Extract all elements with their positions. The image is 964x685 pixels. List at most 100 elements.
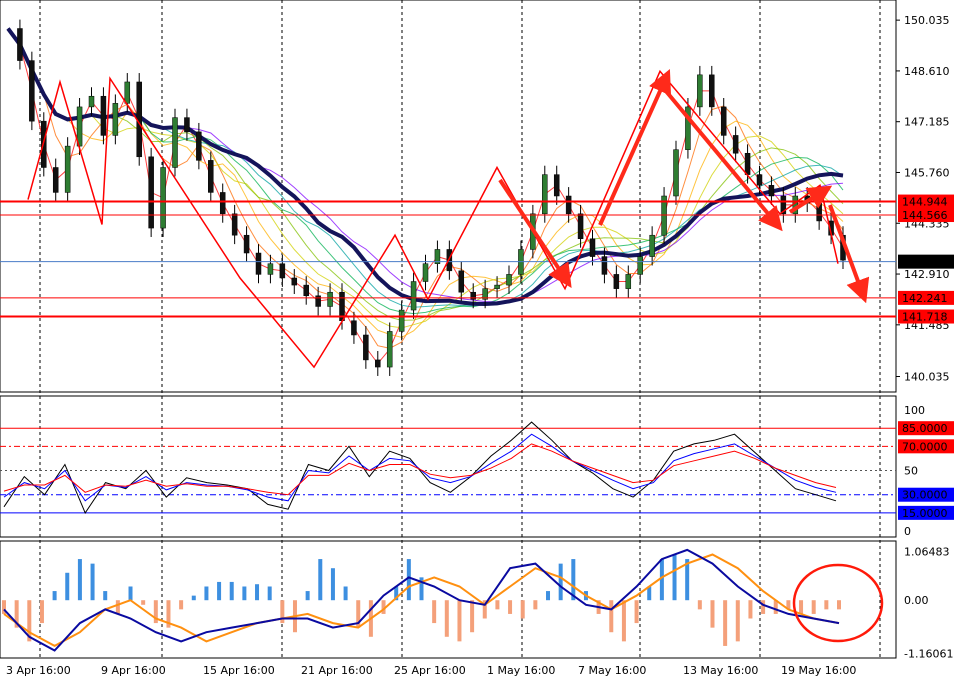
- macd-histogram-bar: [558, 563, 563, 601]
- candle-body: [172, 117, 178, 168]
- candle-body: [732, 135, 739, 154]
- macd-histogram-bar: [65, 572, 70, 601]
- candle-body: [124, 81, 131, 104]
- macd-histogram-bar: [128, 586, 133, 601]
- macd-histogram-bar: [305, 591, 310, 601]
- macd-histogram-bar: [824, 600, 829, 610]
- macd-histogram-bar: [621, 600, 626, 642]
- candle-body: [327, 291, 333, 307]
- osc-level-label: 85.0000: [902, 422, 948, 435]
- macd-histogram-bar: [546, 591, 551, 601]
- price-y-tick-label: 145.760: [904, 166, 950, 179]
- macd-histogram-bar: [697, 600, 702, 610]
- candle-body: [601, 256, 608, 275]
- x-tick-label: 7 May 16:00: [578, 664, 646, 677]
- osc-level-label: 70.0000: [902, 440, 948, 453]
- candle-body: [112, 103, 119, 136]
- macd-histogram-bar: [799, 600, 804, 614]
- macd-histogram-bar: [432, 600, 437, 624]
- candle-body: [219, 192, 226, 215]
- candle-body: [458, 270, 465, 293]
- candle-body: [243, 234, 250, 254]
- candle-body: [422, 263, 429, 282]
- macd-histogram-bar: [723, 600, 728, 646]
- x-tick-label: 3 Apr 16:00: [6, 664, 71, 677]
- macd-histogram-bar: [217, 581, 222, 601]
- macd-histogram-bar: [90, 563, 95, 601]
- candle-body: [673, 149, 679, 197]
- osc-line: [3, 421, 837, 514]
- macd-histogram-bar: [406, 559, 411, 601]
- candle-body: [375, 359, 381, 368]
- macd-histogram-bar: [191, 595, 196, 601]
- macd-histogram-bar: [444, 600, 449, 637]
- candle-body: [291, 277, 298, 286]
- macd-histogram-bar: [761, 600, 766, 614]
- macd-histogram-bar: [77, 559, 82, 601]
- osc-line: [3, 433, 837, 502]
- candle-body: [756, 174, 763, 186]
- candle-body: [553, 174, 560, 197]
- candle-body: [506, 274, 512, 286]
- macd-histogram-bar: [330, 568, 335, 601]
- candle-body: [351, 320, 357, 336]
- price-y-tick-label: 147.185: [904, 116, 950, 129]
- candle-body: [100, 95, 107, 136]
- macd-histogram-bar: [141, 600, 146, 605]
- osc-y-tick-label: 50: [904, 465, 918, 478]
- candle-body: [542, 174, 548, 215]
- price-level-label: 142.241: [902, 292, 948, 305]
- candle-body: [637, 256, 643, 275]
- macd-histogram-bar: [508, 600, 513, 614]
- price-y-tick-label: 142.910: [904, 268, 950, 281]
- osc-level-label: 30.0000: [902, 489, 948, 502]
- macd-histogram-bar: [811, 600, 816, 614]
- candle-body: [697, 74, 703, 108]
- macd-histogram-bar: [52, 591, 57, 601]
- macd-histogram-bar: [609, 600, 614, 633]
- macd-histogram-bar: [735, 600, 740, 642]
- macd-histogram-bar: [267, 586, 272, 601]
- candle-body: [386, 331, 393, 368]
- price-level-label: 144.944: [902, 196, 948, 209]
- candle-body: [720, 106, 727, 136]
- candle-body: [88, 95, 95, 108]
- chart-svg: 3 Apr 16:00 9 Apr 16:00 15 Apr 16:00 21 Apr…: [0, 0, 954, 677]
- candle-body: [649, 234, 655, 257]
- macd-histogram-bar: [242, 586, 247, 601]
- macd-histogram-bar: [318, 559, 323, 601]
- macd-histogram-bar: [39, 600, 44, 624]
- macd-histogram-bar: [748, 600, 753, 619]
- ma-ribbon-line: [7, 28, 844, 338]
- macd-histogram-bar: [837, 600, 841, 610]
- macd-histogram-bar: [470, 600, 475, 633]
- x-tick-label: 15 Apr 16:00: [203, 664, 275, 677]
- macd-histogram-bar: [495, 600, 500, 610]
- macd-histogram-bar: [343, 586, 348, 601]
- macd-y-tick-label: 1.06483: [904, 546, 950, 559]
- candle-body: [267, 263, 274, 275]
- candle-body: [565, 195, 572, 215]
- ma-ribbon-line: [7, 28, 844, 365]
- current-price-label: 143.258: [902, 256, 948, 269]
- candle-body: [255, 252, 262, 275]
- macd-histogram-bar: [229, 581, 234, 601]
- price-level-label: 141.718: [902, 311, 948, 324]
- candle-body: [29, 60, 35, 122]
- candle-body: [184, 117, 190, 133]
- x-tick-label: 1 May 16:00: [487, 664, 555, 677]
- candle-body: [744, 152, 751, 175]
- price-y-tick-label: 150.035: [904, 14, 950, 27]
- macd-histogram-bar: [710, 600, 715, 628]
- candle-body: [768, 185, 775, 197]
- candle-body: [816, 202, 822, 222]
- macd-histogram-bar: [103, 591, 108, 601]
- candle-body: [52, 167, 59, 193]
- x-tick-label: 19 May 16:00: [781, 664, 856, 677]
- macd-histogram-bar: [204, 586, 209, 601]
- candle-body: [196, 131, 202, 161]
- trend-arrow: [598, 69, 672, 226]
- candle-body: [231, 213, 238, 236]
- candle-body: [363, 334, 369, 361]
- osc-line: [3, 443, 837, 496]
